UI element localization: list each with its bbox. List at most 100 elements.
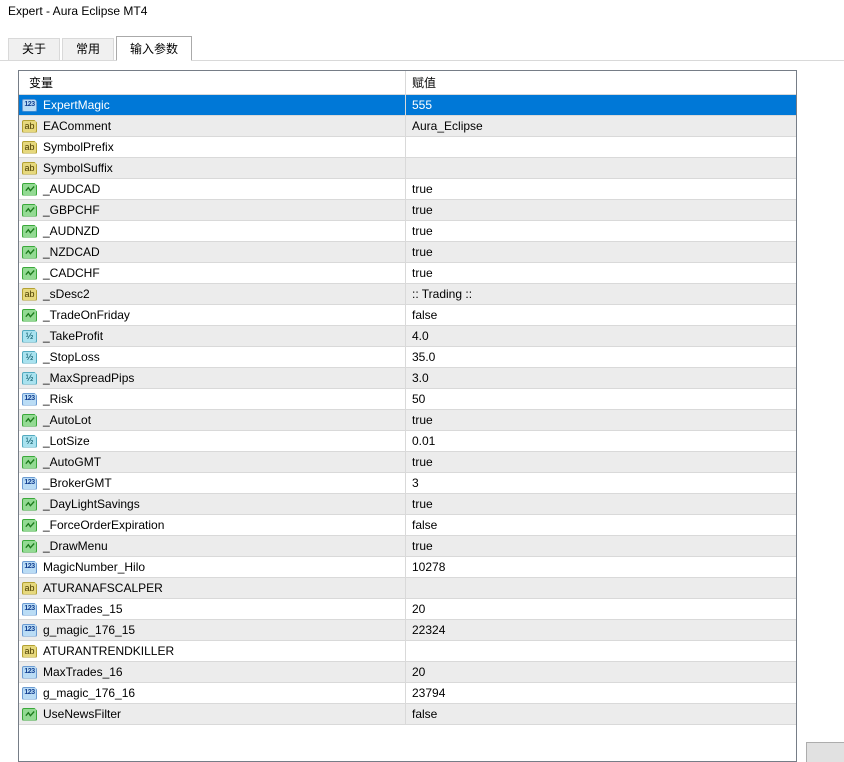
chart-line-icon bbox=[24, 709, 36, 719]
dbl-type-icon: ½ bbox=[22, 330, 37, 343]
tab-inputs[interactable]: 输入参数 bbox=[116, 36, 192, 61]
param-name: MaxTrades_15 bbox=[43, 602, 123, 616]
chart-line-icon bbox=[24, 541, 36, 551]
table-row[interactable]: ½ _LotSize 0.01 bbox=[19, 431, 796, 452]
param-name: SymbolSuffix bbox=[43, 161, 113, 175]
partial-button[interactable] bbox=[806, 742, 844, 762]
table-row[interactable]: _TradeOnFriday false bbox=[19, 305, 796, 326]
table-row[interactable]: 123 MaxTrades_15 20 bbox=[19, 599, 796, 620]
param-name: _TradeOnFriday bbox=[43, 308, 130, 322]
tab-about[interactable]: 关于 bbox=[8, 38, 60, 60]
column-header-variable[interactable]: 变量 bbox=[19, 71, 406, 94]
param-value: false bbox=[412, 518, 437, 532]
table-row[interactable]: _GBPCHF true bbox=[19, 200, 796, 221]
chart-line-icon bbox=[24, 457, 36, 467]
bool-type-icon bbox=[22, 414, 37, 427]
param-name: ATURANTRENDKILLER bbox=[43, 644, 174, 658]
table-row[interactable]: ab ATURANAFSCALPER bbox=[19, 578, 796, 599]
param-name: _sDesc2 bbox=[43, 287, 90, 301]
tab-strip: 关于 常用 输入参数 bbox=[0, 36, 844, 61]
param-value: 10278 bbox=[412, 560, 445, 574]
param-name: SymbolPrefix bbox=[43, 140, 114, 154]
chart-line-icon bbox=[24, 520, 36, 530]
int-type-icon: 123 bbox=[22, 624, 37, 637]
table-row[interactable]: _ForceOrderExpiration false bbox=[19, 515, 796, 536]
param-name: ATURANAFSCALPER bbox=[43, 581, 163, 595]
table-row[interactable]: _AutoGMT true bbox=[19, 452, 796, 473]
table-row[interactable]: ab SymbolPrefix bbox=[19, 137, 796, 158]
param-name: _Risk bbox=[43, 392, 73, 406]
param-name: _StopLoss bbox=[43, 350, 100, 364]
param-value: 3.0 bbox=[412, 371, 429, 385]
table-row[interactable]: ½ _TakeProfit 4.0 bbox=[19, 326, 796, 347]
expert-properties-dialog: Expert - Aura Eclipse MT4 关于 常用 输入参数 变量 … bbox=[0, 0, 844, 762]
table-row[interactable]: 123 g_magic_176_16 23794 bbox=[19, 683, 796, 704]
table-row[interactable]: _NZDCAD true bbox=[19, 242, 796, 263]
table-row[interactable]: _AUDCAD true bbox=[19, 179, 796, 200]
param-value: false bbox=[412, 707, 437, 721]
param-value: 4.0 bbox=[412, 329, 429, 343]
table-row[interactable]: 123 _BrokerGMT 3 bbox=[19, 473, 796, 494]
param-name: _AutoLot bbox=[43, 413, 91, 427]
table-row[interactable]: 123 MaxTrades_16 20 bbox=[19, 662, 796, 683]
table-row[interactable]: _AutoLot true bbox=[19, 410, 796, 431]
table-row[interactable]: _DayLightSavings true bbox=[19, 494, 796, 515]
chart-line-icon bbox=[24, 415, 36, 425]
chart-line-icon bbox=[24, 226, 36, 236]
table-row[interactable]: _AUDNZD true bbox=[19, 221, 796, 242]
table-row[interactable]: ab SymbolSuffix bbox=[19, 158, 796, 179]
table-row[interactable]: 123 _Risk 50 bbox=[19, 389, 796, 410]
dbl-type-icon: ½ bbox=[22, 351, 37, 364]
param-value: 20 bbox=[412, 602, 425, 616]
table-row[interactable]: 123 ExpertMagic 555 bbox=[19, 95, 796, 116]
bool-type-icon bbox=[22, 246, 37, 259]
param-value: :: Trading :: bbox=[412, 287, 472, 301]
tab-common[interactable]: 常用 bbox=[62, 38, 114, 60]
chart-line-icon bbox=[24, 247, 36, 257]
int-type-icon: 123 bbox=[22, 561, 37, 574]
int-type-icon: 123 bbox=[22, 99, 37, 112]
window-title: Expert - Aura Eclipse MT4 bbox=[8, 4, 147, 18]
bool-type-icon bbox=[22, 498, 37, 511]
int-type-icon: 123 bbox=[22, 687, 37, 700]
param-name: g_magic_176_16 bbox=[43, 686, 135, 700]
table-row[interactable]: 123 MagicNumber_Hilo 10278 bbox=[19, 557, 796, 578]
bool-type-icon bbox=[22, 204, 37, 217]
param-name: _MaxSpreadPips bbox=[43, 371, 134, 385]
str-type-icon: ab bbox=[22, 645, 37, 658]
table-row[interactable]: 123 g_magic_176_15 22324 bbox=[19, 620, 796, 641]
table-row[interactable]: ½ _MaxSpreadPips 3.0 bbox=[19, 368, 796, 389]
bool-type-icon bbox=[22, 267, 37, 280]
param-value: true bbox=[412, 539, 433, 553]
column-header-value[interactable]: 赋值 bbox=[406, 71, 796, 94]
dbl-type-icon: ½ bbox=[22, 435, 37, 448]
chart-line-icon bbox=[24, 499, 36, 509]
table-row[interactable]: _CADCHF true bbox=[19, 263, 796, 284]
param-name: _ForceOrderExpiration bbox=[43, 518, 164, 532]
bool-type-icon bbox=[22, 183, 37, 196]
param-value: true bbox=[412, 224, 433, 238]
param-name: EAComment bbox=[43, 119, 111, 133]
param-name: _DayLightSavings bbox=[43, 497, 140, 511]
table-row[interactable]: _DrawMenu true bbox=[19, 536, 796, 557]
table-row[interactable]: ab ATURANTRENDKILLER bbox=[19, 641, 796, 662]
param-value: true bbox=[412, 413, 433, 427]
param-value: 23794 bbox=[412, 686, 445, 700]
param-value: true bbox=[412, 455, 433, 469]
table-row[interactable]: ½ _StopLoss 35.0 bbox=[19, 347, 796, 368]
bool-type-icon bbox=[22, 540, 37, 553]
chart-line-icon bbox=[24, 268, 36, 278]
table-row[interactable]: UseNewsFilter false bbox=[19, 704, 796, 725]
param-name: ExpertMagic bbox=[43, 98, 110, 112]
param-value: true bbox=[412, 182, 433, 196]
param-value: 555 bbox=[412, 98, 432, 112]
param-table-body: 123 ExpertMagic 555 ab EAComment Aura_Ec… bbox=[19, 95, 796, 725]
param-value: 35.0 bbox=[412, 350, 435, 364]
chart-line-icon bbox=[24, 310, 36, 320]
table-row[interactable]: ab EAComment Aura_Eclipse bbox=[19, 116, 796, 137]
bool-type-icon bbox=[22, 519, 37, 532]
chart-line-icon bbox=[24, 205, 36, 215]
table-row[interactable]: ab _sDesc2 :: Trading :: bbox=[19, 284, 796, 305]
param-name: _AUDNZD bbox=[43, 224, 100, 238]
param-name: _DrawMenu bbox=[43, 539, 108, 553]
